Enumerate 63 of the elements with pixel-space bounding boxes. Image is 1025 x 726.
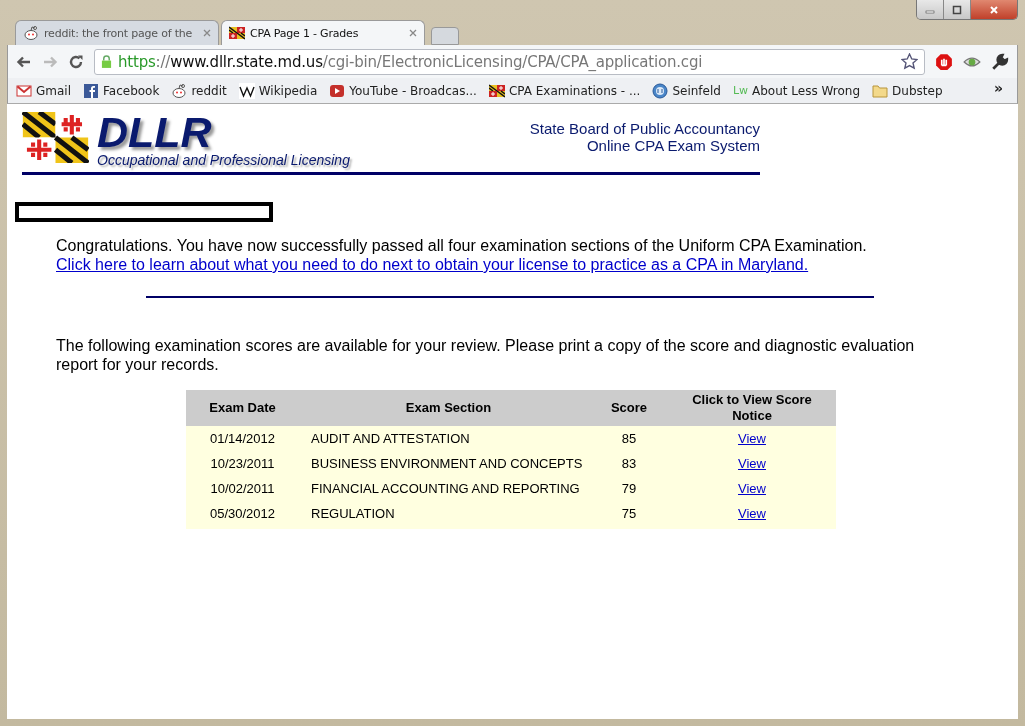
table-cell: 01/14/2012 xyxy=(186,426,299,451)
congratulations-text: Congratulations. You have now successfully passed all four examination sections of the Uniform CPA Examination. Click here to learn about what you need to do next to obtain your license to practice as a CPA in Maryland. xyxy=(56,236,958,274)
bookmark-link[interactable]: About Less Wrong xyxy=(752,83,861,98)
column-header: Score xyxy=(590,390,668,426)
reload-icon[interactable] xyxy=(68,53,84,70)
bookmark-link[interactable]: Seinfeld xyxy=(672,83,721,98)
table-cell: REGULATION xyxy=(299,501,590,529)
globe-icon xyxy=(652,82,669,99)
table-cell: 83 xyxy=(590,451,668,476)
alien-icon xyxy=(23,25,39,41)
column-header: Exam Date xyxy=(186,390,299,426)
browser-tab[interactable]: CPA Page 1 - Grades xyxy=(221,20,425,45)
view-link[interactable]: View xyxy=(738,481,766,496)
maximize-icon xyxy=(952,4,962,15)
browser-tab[interactable]: reddit: the front page of the xyxy=(15,20,219,45)
close-button[interactable] xyxy=(971,0,1017,19)
star-icon[interactable] xyxy=(901,53,918,70)
table-cell: BUSINESS ENVIRONMENT AND CONCEPTS xyxy=(299,451,590,476)
address-bar[interactable]: https://www.dllr.state.md.us/cgi-bin/ElectronicLicensing/CPA/CPA_application.cgi xyxy=(94,48,925,75)
lw-icon: Lw xyxy=(732,84,749,97)
envelope-icon xyxy=(16,82,32,99)
view-link[interactable]: View xyxy=(738,456,766,471)
flag-logo xyxy=(22,112,89,163)
stop-hand-icon[interactable] xyxy=(935,52,953,71)
logo-text: DLLR xyxy=(97,112,212,152)
f-square-icon xyxy=(83,82,99,99)
close-icon[interactable] xyxy=(203,29,211,37)
license-link[interactable]: Click here to learn about what you need to do next to obtain your license to practice as a CPA in Maryland. xyxy=(56,255,958,274)
view-link[interactable]: View xyxy=(738,431,766,446)
bookmark-link[interactable]: YouTube - Broadcas... xyxy=(349,83,477,98)
flag-icon xyxy=(488,82,505,99)
bookmark-link[interactable]: Dubstep xyxy=(892,83,943,98)
table-cell: 10/23/2011 xyxy=(186,451,299,476)
lock-icon xyxy=(101,54,112,69)
close-icon[interactable] xyxy=(409,29,417,37)
table-cell: 75 xyxy=(590,501,668,529)
bookmark-link[interactable]: CPA Examinations - ... xyxy=(508,83,641,98)
intro-text: The following examination scores are available for your review. Please print a copy of the score and diagnostic evaluation report for your records. xyxy=(56,336,916,374)
folder-icon xyxy=(872,82,889,99)
wrench-icon[interactable] xyxy=(991,52,1009,71)
play-icon xyxy=(329,82,346,99)
overflow-chevron[interactable]: » xyxy=(993,80,1003,96)
table-cell: 05/30/2012 xyxy=(186,501,299,529)
logo-subtitle: Occupational and Professional Licensing xyxy=(97,152,350,168)
column-header: Exam Section xyxy=(299,390,590,426)
table-cell: AUDIT AND ATTESTATION xyxy=(299,426,590,451)
table-cell: 10/02/2011 xyxy=(186,476,299,501)
board-name: State Board of Public Accountancy xyxy=(529,120,760,137)
flag-icon xyxy=(229,25,245,41)
alien-icon xyxy=(171,82,188,99)
column-header: Click to View Score Notice xyxy=(668,390,836,426)
maximize-button[interactable] xyxy=(944,0,971,19)
bookmark-link[interactable]: Wikipedia xyxy=(258,83,318,98)
bookmark-link[interactable]: Gmail xyxy=(36,83,71,98)
close-icon xyxy=(989,4,999,15)
w-icon xyxy=(238,82,255,99)
table-cell: FINANCIAL ACCOUNTING AND REPORTING xyxy=(299,476,590,501)
bookmark-link[interactable]: reddit xyxy=(191,83,227,98)
table-cell: 85 xyxy=(590,426,668,451)
view-link[interactable]: View xyxy=(738,506,766,521)
system-name: Online CPA Exam System xyxy=(586,137,760,154)
table-cell: 79 xyxy=(590,476,668,501)
bookmark-link[interactable]: Facebook xyxy=(103,83,160,98)
